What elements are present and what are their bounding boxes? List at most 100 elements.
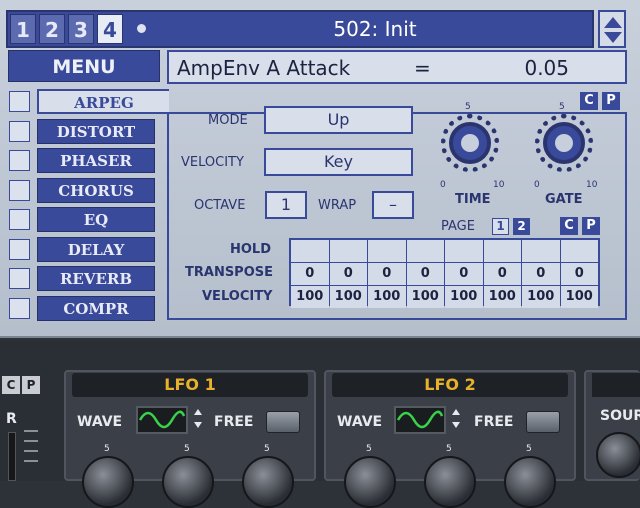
menu-button[interactable]: MENU — [8, 50, 160, 82]
transpose-step[interactable]: 0 — [483, 263, 521, 285]
lfo2-delay-knob[interactable] — [504, 456, 556, 508]
velocity-row-label: VELOCITY — [202, 289, 273, 304]
velocity-step[interactable]: 100 — [406, 286, 444, 308]
velocity-step[interactable]: 100 — [483, 286, 521, 308]
velocity-step[interactable]: 100 — [560, 286, 598, 308]
lfo1-wave-up-icon[interactable] — [194, 409, 202, 415]
source-label: SOUR — [600, 408, 640, 424]
transpose-step[interactable]: 0 — [445, 263, 483, 285]
copy-button[interactable]: C — [580, 92, 598, 110]
page-1-button[interactable]: 1 — [492, 218, 509, 235]
fx-button-arpeg[interactable]: ARPEG — [37, 89, 169, 114]
lfo1-free-button[interactable] — [266, 411, 300, 433]
lfo2-knob-tick: 5 — [526, 444, 532, 454]
mode-field[interactable]: Up — [264, 106, 413, 134]
hold-step[interactable] — [406, 240, 444, 262]
patch-scroll-buttons[interactable] — [598, 10, 626, 48]
fx-enable-checkbox[interactable] — [9, 298, 30, 319]
hold-step[interactable] — [522, 240, 560, 262]
transpose-step[interactable]: 0 — [368, 263, 406, 285]
gate-knob-label: GATE — [545, 192, 583, 207]
velocity-step[interactable]: 100 — [445, 286, 483, 308]
hold-step[interactable] — [445, 240, 483, 262]
fx-button-reverb[interactable]: REVERB — [37, 266, 155, 291]
hold-step[interactable] — [291, 240, 329, 262]
lfo1-title: LFO 1 — [72, 373, 308, 397]
lfo1-wave-down-icon[interactable] — [194, 422, 202, 428]
hold-step[interactable] — [368, 240, 406, 262]
lfo1-delay-knob[interactable] — [242, 456, 294, 508]
hold-step[interactable] — [329, 240, 367, 262]
scale-mark — [24, 460, 38, 462]
velocity-step[interactable]: 100 — [368, 286, 406, 308]
lower-copy-button[interactable]: C — [2, 376, 20, 394]
time-knob[interactable] — [449, 122, 491, 164]
hold-step[interactable] — [560, 240, 598, 262]
tab-4[interactable]: 4 — [97, 14, 123, 44]
tab-2[interactable]: 2 — [39, 14, 65, 44]
lfo2-title: LFO 2 — [332, 373, 568, 397]
tab-1[interactable]: 1 — [10, 14, 36, 44]
page-2-button[interactable]: 2 — [513, 218, 530, 235]
level-slider-track[interactable] — [8, 432, 16, 481]
transpose-step[interactable]: 0 — [406, 263, 444, 285]
velocity-step[interactable]: 100 — [291, 286, 329, 308]
lfo2-free-button[interactable] — [526, 411, 560, 433]
hold-step[interactable] — [483, 240, 521, 262]
page-copy-button[interactable]: C — [560, 217, 578, 235]
source-knob[interactable] — [596, 432, 640, 478]
fx-button-compr[interactable]: COMPR — [37, 296, 155, 321]
lfo1-knob-tick: 5 — [264, 444, 270, 454]
scale-mark — [24, 430, 38, 432]
lfo2-wave-up-icon[interactable] — [452, 409, 460, 415]
gate-knob-min-tick: 0 — [534, 180, 540, 190]
fx-enable-checkbox[interactable] — [9, 121, 30, 142]
fx-enable-checkbox[interactable] — [9, 209, 30, 230]
velocity-step[interactable]: 100 — [329, 286, 367, 308]
fx-enable-checkbox[interactable] — [9, 268, 30, 289]
lfo1-knob-tick: 5 — [104, 444, 110, 454]
transpose-step[interactable]: 0 — [522, 263, 560, 285]
velocity-mode-field[interactable]: Key — [264, 148, 413, 176]
gate-knob[interactable] — [543, 122, 585, 164]
fx-enable-checkbox[interactable] — [9, 91, 30, 112]
octave-field[interactable]: 1 — [265, 191, 307, 219]
transpose-step[interactable]: 0 — [560, 263, 598, 285]
transpose-step[interactable]: 0 — [329, 263, 367, 285]
patch-name: 502: Init — [333, 17, 417, 41]
fx-button-delay[interactable]: DELAY — [37, 237, 155, 262]
sine-wave-icon — [138, 410, 186, 429]
transpose-step[interactable]: 0 — [291, 263, 329, 285]
lfo1-depth-knob[interactable] — [162, 456, 214, 508]
lfo1-rate-knob[interactable] — [82, 456, 134, 508]
lower-paste-button[interactable]: P — [22, 376, 40, 394]
fx-button-eq[interactable]: EQ — [37, 207, 155, 232]
paste-button[interactable]: P — [602, 92, 620, 110]
lfo2-free-label: FREE — [474, 414, 514, 430]
time-knob-label: TIME — [455, 192, 491, 207]
lfo2-depth-knob[interactable] — [424, 456, 476, 508]
fx-button-phaser[interactable]: PHASER — [37, 148, 155, 173]
page-paste-button[interactable]: P — [582, 217, 600, 235]
wrap-field[interactable]: – — [372, 191, 414, 219]
lfo1-wave-display[interactable] — [136, 406, 188, 434]
fx-enable-checkbox[interactable] — [9, 150, 30, 171]
status-dot — [137, 24, 146, 33]
fx-button-distort[interactable]: DISTORT — [37, 119, 155, 144]
velocity-step[interactable]: 100 — [522, 286, 560, 308]
lfo2-wave-down-icon[interactable] — [452, 422, 460, 428]
mode-label: MODE — [208, 113, 248, 128]
tab-3[interactable]: 3 — [68, 14, 94, 44]
lfo2-wave-label: WAVE — [337, 414, 383, 430]
parameter-value: 0.05 — [524, 56, 569, 80]
lfo1-free-label: FREE — [214, 414, 254, 430]
scroll-up-icon[interactable] — [604, 17, 622, 28]
fx-button-chorus[interactable]: CHORUS — [37, 178, 155, 203]
scroll-down-icon[interactable] — [604, 32, 622, 43]
gate-knob-mid-tick: 5 — [559, 102, 565, 112]
lfo2-wave-display[interactable] — [394, 406, 446, 434]
source-title-bar — [592, 373, 640, 397]
fx-enable-checkbox[interactable] — [9, 239, 30, 260]
fx-enable-checkbox[interactable] — [9, 180, 30, 201]
lfo2-rate-knob[interactable] — [344, 456, 396, 508]
